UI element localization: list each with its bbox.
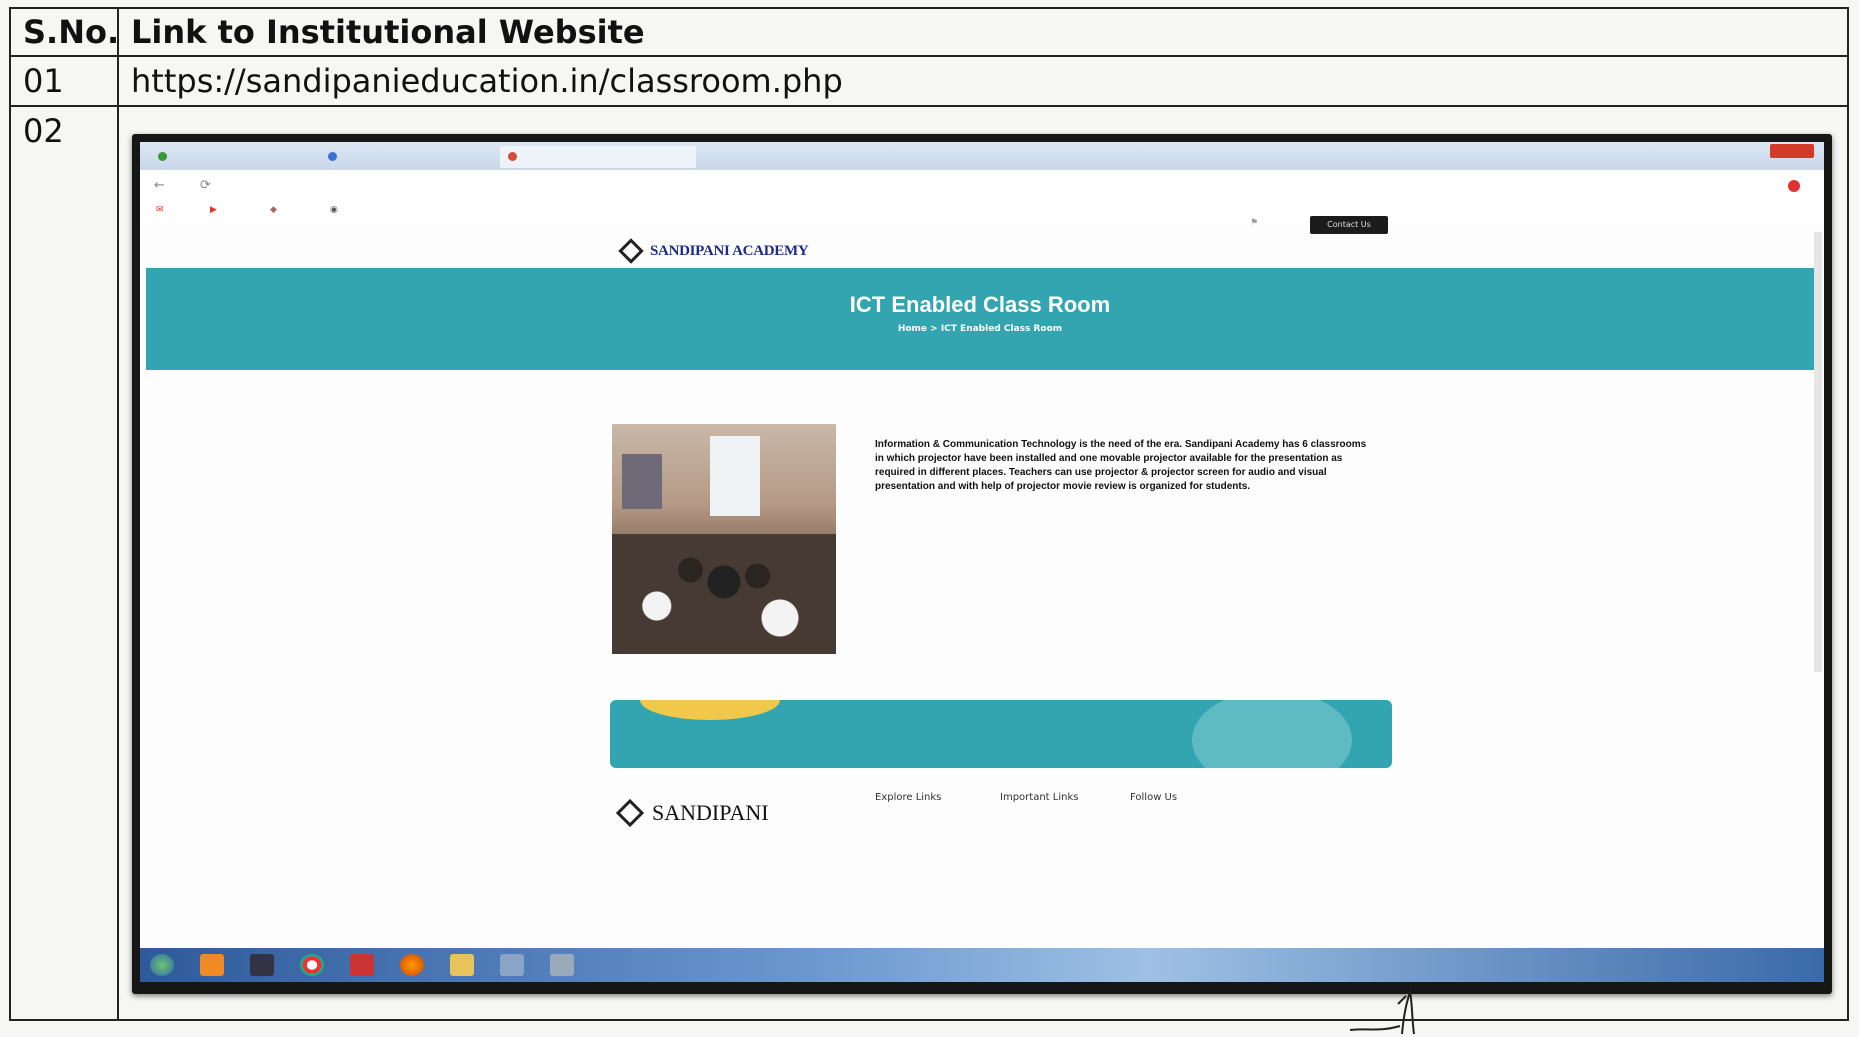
extension-icon[interactable] (1788, 180, 1800, 192)
app-icon[interactable] (350, 954, 374, 976)
folder-icon[interactable] (450, 954, 474, 976)
table-header-row: S.No. Link to Institutional Website (9, 7, 1849, 57)
footer-logo[interactable]: SANDIPANI (615, 798, 769, 828)
footer-important-links: Important Links (1000, 792, 1079, 803)
window-close-icon[interactable] (1770, 144, 1814, 158)
page-banner: ICT Enabled Class Room Home > ICT Enable… (146, 268, 1814, 370)
row-link[interactable]: https://sandipanieducation.in/classroom.… (117, 55, 1849, 107)
row-sno: 02 (9, 105, 119, 1021)
firefox-icon[interactable] (400, 954, 424, 976)
breadcrumb[interactable]: Home > ICT Enabled Class Room (146, 324, 1814, 334)
decorative-strip (610, 700, 1392, 768)
taskbar (140, 948, 1824, 982)
address-bar[interactable]: ← ⟳ (140, 170, 1824, 202)
chrome-icon[interactable] (300, 954, 324, 976)
bookmark-icon[interactable]: ◉ (330, 205, 338, 215)
tab-favicon-icon (508, 152, 517, 161)
tab-favicon-icon (328, 152, 337, 161)
gmail-icon[interactable]: ✉ (156, 205, 164, 215)
footer-logo-text: SANDIPANI (652, 800, 769, 825)
app-icon[interactable] (550, 954, 574, 976)
reload-icon[interactable]: ⟳ (200, 178, 211, 193)
footer-explore-links: Explore Links (875, 792, 942, 803)
youtube-icon[interactable]: ▶ (210, 205, 217, 215)
row-sno: 01 (9, 55, 119, 107)
start-icon[interactable] (150, 954, 174, 976)
logo-diamond-icon (615, 798, 645, 828)
contact-us-button[interactable]: Contact Us (1310, 216, 1388, 234)
browser-tab[interactable] (150, 146, 326, 168)
projector-screen (710, 436, 760, 516)
screen: ← ⟳ ✉ ▶ ◆ ◉ ⚑ Contact Us SANDIPANI ACADE… (140, 142, 1824, 982)
table-row: 01 https://sandipanieducation.in/classro… (9, 55, 1849, 107)
site-logo[interactable]: SANDIPANI ACADEMY (618, 236, 809, 266)
app-icon[interactable] (250, 954, 274, 976)
browser-tab-bar (140, 142, 1824, 170)
scrollbar[interactable] (1814, 232, 1822, 672)
header-sno: S.No. (9, 7, 119, 57)
classroom-photo (612, 424, 836, 654)
bookmarks-bar: ✉ ▶ ◆ ◉ (140, 202, 1824, 222)
document-sheet: S.No. Link to Institutional Website 01 h… (0, 0, 1859, 1037)
tab-favicon-icon (158, 152, 167, 161)
vlc-icon[interactable] (200, 954, 224, 976)
monitor-photo: ← ⟳ ✉ ▶ ◆ ◉ ⚑ Contact Us SANDIPANI ACADE… (132, 134, 1832, 994)
signature (1349, 990, 1415, 1035)
intro-paragraph: Information & Communication Technology i… (875, 439, 1367, 492)
back-arrow-icon[interactable]: ← (154, 178, 165, 193)
banner-title: ICT Enabled Class Room (849, 292, 1111, 317)
browser-tab[interactable] (320, 146, 506, 168)
header-link: Link to Institutional Website (117, 7, 1849, 57)
browser-tab-active[interactable] (500, 146, 696, 168)
logo-text: SANDIPANI ACADEMY (650, 242, 809, 259)
logo-diamond-icon (618, 238, 644, 264)
footer-follow-us: Follow Us (1130, 792, 1178, 803)
app-icon[interactable] (500, 954, 524, 976)
maps-icon[interactable]: ◆ (270, 205, 277, 215)
login-icon[interactable]: ⚑ (1250, 218, 1258, 228)
